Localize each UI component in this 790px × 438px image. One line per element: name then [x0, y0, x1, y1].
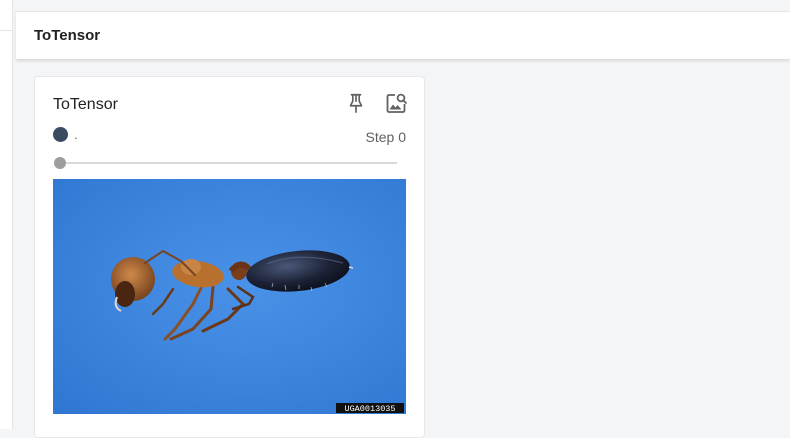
pin-button[interactable]	[343, 92, 369, 118]
sample-image: UGA0013035	[53, 179, 406, 414]
step-slider[interactable]	[54, 157, 397, 169]
left-rail	[0, 0, 13, 429]
pin-icon	[345, 92, 367, 119]
group-header[interactable]: ToTensor	[16, 12, 790, 59]
group-title: ToTensor	[34, 27, 101, 44]
run-color-dot	[53, 127, 68, 142]
slider-track	[54, 162, 397, 164]
card-title: ToTensor	[53, 96, 118, 113]
watermark-text: UGA0013035	[344, 404, 395, 414]
rail-divider	[0, 30, 12, 31]
run-name: .	[74, 127, 78, 142]
card-actions	[343, 92, 409, 118]
slider-thumb[interactable]	[54, 157, 66, 169]
image-search-icon	[384, 91, 408, 120]
image-background	[53, 179, 406, 414]
run-legend: .	[53, 127, 78, 142]
toggle-actual-size-button[interactable]	[383, 92, 409, 118]
step-label: Step 0	[365, 129, 406, 145]
image-card: ToTensor . Step 0 UGA0013035	[34, 76, 425, 438]
top-strip	[13, 0, 790, 12]
